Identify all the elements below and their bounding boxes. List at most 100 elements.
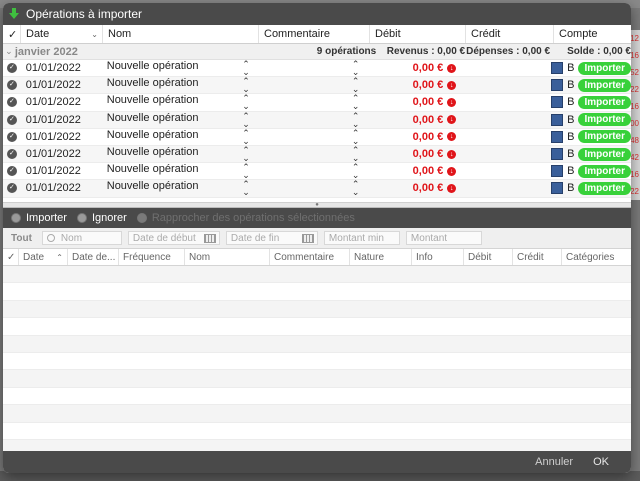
operation-row[interactable]: ✓ 01/01/2022 Nouvelle opération ⌃ ⌄ ⌃ ⌄ 0,00 € ↓… [3, 111, 631, 129]
up-down-stepper-icon[interactable]: ⌃ ⌄ [352, 60, 360, 77]
column-info[interactable]: Info [412, 249, 464, 265]
radio-reconcile[interactable]: Rapprocher des opérations sélectionnées [136, 212, 355, 224]
ok-button[interactable]: OK [593, 456, 609, 468]
arrow-down-circle-icon: ↓ [447, 80, 457, 90]
column-date[interactable]: Date ⌄ [21, 25, 103, 43]
row-checkbox[interactable]: ✓ [3, 114, 21, 125]
import-sheet: Opérations à importer ✓ Date ⌄ Nom Comme… [3, 3, 631, 473]
empty-row [3, 353, 631, 371]
up-down-stepper-icon[interactable]: ⌃ ⌄ [352, 180, 360, 197]
row-account-letter: B [567, 62, 575, 75]
start-date-field[interactable]: Date de début [127, 231, 220, 245]
row-comment-field[interactable]: ⌃ ⌄ [256, 111, 366, 128]
radio-import[interactable]: Importer [11, 212, 67, 224]
import-badge-button[interactable]: Importer [578, 164, 631, 178]
column-name[interactable]: Nom [103, 25, 259, 43]
up-down-stepper-icon[interactable]: ⌃ ⌄ [352, 128, 360, 145]
empty-row [3, 318, 631, 336]
row-checkbox[interactable]: ✓ [3, 80, 21, 91]
column-debit[interactable]: Débit [370, 25, 466, 43]
import-badge-button[interactable]: Importer [578, 113, 631, 127]
row-comment-field[interactable]: ⌃ ⌄ [256, 94, 366, 111]
row-name-field[interactable]: Nouvelle opération ⌃ ⌄ [102, 111, 256, 128]
row-comment-field[interactable]: ⌃ ⌄ [256, 128, 366, 145]
row-name-field[interactable]: Nouvelle opération ⌃ ⌄ [102, 146, 256, 163]
up-down-stepper-icon[interactable]: ⌃ ⌄ [242, 111, 250, 128]
radio-reconcile-label: Rapprocher des opérations sélectionnées [151, 212, 355, 224]
up-down-stepper-icon[interactable]: ⌃ ⌄ [352, 146, 360, 163]
checkmark-circle-icon: ✓ [6, 149, 17, 160]
row-name-field[interactable]: Nouvelle opération ⌃ ⌄ [102, 163, 256, 180]
column-credit[interactable]: Crédit [466, 25, 554, 43]
row-name-field[interactable]: Nouvelle opération ⌃ ⌄ [102, 94, 256, 111]
row-comment-field[interactable]: ⌃ ⌄ [256, 180, 366, 197]
row-checkbox[interactable]: ✓ [3, 149, 21, 160]
row-date: 01/01/2022 [25, 62, 81, 75]
row-name-field[interactable]: Nouvelle opération ⌃ ⌄ [102, 180, 256, 197]
import-badge-button[interactable]: Importer [578, 181, 631, 195]
name-search-field[interactable]: Nom [41, 231, 122, 245]
min-amount-field[interactable]: Montant min [323, 231, 400, 245]
up-down-stepper-icon[interactable]: ⌃ ⌄ [352, 94, 360, 111]
row-comment-field[interactable]: ⌃ ⌄ [256, 77, 366, 94]
row-comment-field[interactable]: ⌃ ⌄ [256, 163, 366, 180]
column-check[interactable]: ✓ [3, 25, 21, 43]
column-debit[interactable]: Débit [464, 249, 513, 265]
up-down-stepper-icon[interactable]: ⌃ ⌄ [242, 163, 250, 180]
calendar-icon[interactable] [203, 233, 216, 243]
empty-row [3, 423, 631, 440]
row-checkbox[interactable]: ✓ [3, 166, 21, 177]
filter-all-button[interactable]: Tout [7, 233, 36, 244]
import-badge-button[interactable]: Importer [578, 147, 631, 161]
up-down-stepper-icon[interactable]: ⌃ ⌄ [242, 77, 250, 94]
column-nature[interactable]: Nature [350, 249, 412, 265]
radio-ignore[interactable]: Ignorer [76, 212, 127, 224]
import-badge-button[interactable]: Importer [578, 95, 631, 109]
month-group-header[interactable]: ⌄ janvier 2022 9 opérations Revenus : 0,… [3, 44, 631, 60]
row-comment-field[interactable]: ⌃ ⌄ [256, 60, 366, 77]
row-checkbox[interactable]: ✓ [3, 183, 21, 194]
min-amount-placeholder: Montant min [328, 232, 384, 244]
row-name-field[interactable]: Nouvelle opération ⌃ ⌄ [102, 128, 256, 145]
column-categories[interactable]: Catégories [562, 249, 631, 265]
column-check[interactable]: ✓ [3, 249, 19, 265]
operation-row[interactable]: ✓ 01/01/2022 Nouvelle opération ⌃ ⌄ ⌃ ⌄ 0,00 € ↓… [3, 60, 631, 78]
column-account[interactable]: Compte [554, 25, 631, 43]
calendar-icon[interactable] [301, 233, 314, 243]
column-name[interactable]: Nom [185, 249, 270, 265]
operation-row[interactable]: ✓ 01/01/2022 Nouvelle opération ⌃ ⌄ ⌃ ⌄ 0,00 € ↓… [3, 180, 631, 198]
operation-row[interactable]: ✓ 01/01/2022 Nouvelle opération ⌃ ⌄ ⌃ ⌄ 0,00 € ↓… [3, 77, 631, 95]
operation-row[interactable]: ✓ 01/01/2022 Nouvelle opération ⌃ ⌄ ⌃ ⌄ 0,00 € ↓… [3, 163, 631, 181]
end-date-field[interactable]: Date de fin [225, 231, 318, 245]
import-badge-button[interactable]: Importer [578, 130, 631, 144]
up-down-stepper-icon[interactable]: ⌃ ⌄ [242, 180, 250, 197]
operation-row[interactable]: ✓ 01/01/2022 Nouvelle opération ⌃ ⌄ ⌃ ⌄ 0,00 € ↓… [3, 146, 631, 164]
column-date[interactable]: Date ⌃ [19, 249, 68, 265]
column-date-end[interactable]: Date de... [68, 249, 119, 265]
import-badge-button[interactable]: Importer [578, 78, 631, 92]
operation-row[interactable]: ✓ 01/01/2022 Nouvelle opération ⌃ ⌄ ⌃ ⌄ 0,00 € ↓… [3, 94, 631, 112]
up-down-stepper-icon[interactable]: ⌃ ⌄ [242, 94, 250, 111]
up-down-stepper-icon[interactable]: ⌃ ⌄ [352, 163, 360, 180]
amount-field[interactable]: Montant [405, 231, 482, 245]
up-down-stepper-icon[interactable]: ⌃ ⌄ [242, 146, 250, 163]
up-down-stepper-icon[interactable]: ⌃ ⌄ [242, 60, 250, 77]
operation-row[interactable]: ✓ 01/01/2022 Nouvelle opération ⌃ ⌄ ⌃ ⌄ 0,00 € ↓… [3, 128, 631, 146]
column-frequency[interactable]: Fréquence [119, 249, 185, 265]
column-date-label: Date [26, 28, 50, 40]
up-down-stepper-icon[interactable]: ⌃ ⌄ [352, 77, 360, 94]
column-comment[interactable]: Commentaire [270, 249, 350, 265]
up-down-stepper-icon[interactable]: ⌃ ⌄ [352, 111, 360, 128]
row-checkbox[interactable]: ✓ [3, 131, 21, 142]
row-checkbox[interactable]: ✓ [3, 97, 21, 108]
column-credit[interactable]: Crédit [513, 249, 562, 265]
row-comment-field[interactable]: ⌃ ⌄ [256, 146, 366, 163]
import-badge-button[interactable]: Importer [578, 61, 631, 75]
chevron-down-icon[interactable]: ⌄ [3, 46, 15, 57]
row-name-field[interactable]: Nouvelle opération ⌃ ⌄ [102, 60, 256, 77]
column-comment[interactable]: Commentaire [259, 25, 370, 43]
up-down-stepper-icon[interactable]: ⌃ ⌄ [242, 128, 250, 145]
cancel-button[interactable]: Annuler [535, 456, 573, 468]
row-name-field[interactable]: Nouvelle opération ⌃ ⌄ [102, 77, 256, 94]
row-checkbox[interactable]: ✓ [3, 63, 21, 74]
